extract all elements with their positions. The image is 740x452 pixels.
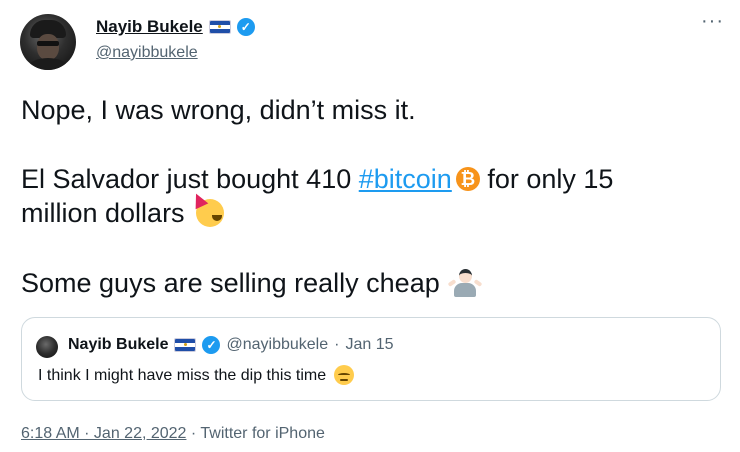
avatar-face xyxy=(37,34,59,60)
shrug-arm-right xyxy=(473,278,483,287)
quoted-tweet-text: I think I might have miss the dip this t… xyxy=(38,365,354,386)
pensive-face-icon xyxy=(333,365,354,385)
verified-badge-icon: ✓ xyxy=(236,18,255,36)
tweet-text-line-2-start: El Salvador just bought 410 xyxy=(21,164,359,194)
quoted-tweet-date: Jan 15 xyxy=(345,336,394,353)
el-salvador-flag-icon xyxy=(208,20,231,34)
partying-face-icon xyxy=(196,198,225,227)
bitcoin-icon: ₿ xyxy=(455,166,480,191)
tweet-text-line-3-text: million dollars xyxy=(21,198,185,228)
author-avatar[interactable] xyxy=(20,14,76,70)
tweet-text-line-4: Some guys are selling really cheap xyxy=(21,266,483,300)
quoted-tweet-card[interactable]: Nayib Bukele ✓ @nayibbukele · Jan 15 I t… xyxy=(21,317,721,401)
footer-separator: · xyxy=(186,425,201,442)
tweet-text-line-2: El Salvador just bought 410 #bitcoin ₿ fo… xyxy=(21,162,613,196)
author-display-name[interactable]: Nayib Bukele xyxy=(96,17,203,37)
quoted-tweet-text-content: I think I might have miss the dip this t… xyxy=(38,367,327,385)
author-handle[interactable]: @nayibbukele xyxy=(96,44,198,62)
author-name-row: Nayib Bukele ✓ xyxy=(96,17,255,37)
quoted-tweet-header: Nayib Bukele ✓ @nayibbukele · Jan 15 xyxy=(68,336,394,354)
tweet-source: Twitter for iPhone xyxy=(200,425,325,442)
tweet-timestamp-link[interactable]: 6:18 AM · Jan 22, 2022 xyxy=(21,425,186,442)
quoted-author-avatar xyxy=(36,336,58,358)
quoted-meta-separator: · xyxy=(334,336,340,353)
verified-badge-icon: ✓ xyxy=(202,336,221,354)
tweet-text-line-2-end: for only 15 xyxy=(479,164,614,194)
avatar-body xyxy=(28,58,68,70)
tweet-text-line-4-text: Some guys are selling really cheap xyxy=(21,268,440,298)
quoted-author-display-name: Nayib Bukele xyxy=(68,336,169,353)
shrug-head xyxy=(459,268,473,283)
bitcoin-hashtag-link[interactable]: #bitcoin xyxy=(359,164,452,194)
el-salvador-flag-icon xyxy=(174,338,197,352)
tweet-text-line-3: million dollars xyxy=(21,196,225,230)
more-options-icon[interactable]: ··· xyxy=(701,11,724,31)
tweet-text-line-1: Nope, I was wrong, didn’t miss it. xyxy=(21,95,416,125)
avatar-glasses xyxy=(37,41,59,46)
quoted-author-handle: @nayibbukele xyxy=(226,336,329,353)
person-shrugging-icon xyxy=(447,268,483,297)
shrug-torso xyxy=(454,282,477,297)
tweet-footer: 6:18 AM · Jan 22, 2022 · Twitter for iPh… xyxy=(21,425,325,443)
